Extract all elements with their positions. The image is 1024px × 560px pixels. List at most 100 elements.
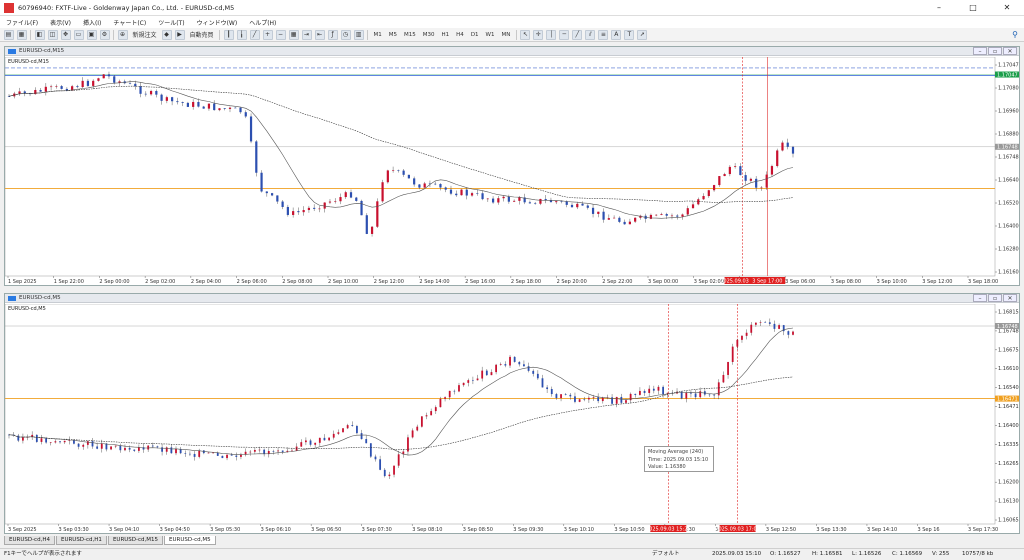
menu-view[interactable]: 表示(V) [44, 18, 77, 27]
profiles-icon[interactable]: ▦ [16, 29, 27, 40]
tile-windows-icon[interactable]: ▦ [288, 29, 299, 40]
chart-close-button[interactable]: ✕ [1003, 294, 1017, 302]
indicators-icon[interactable]: ƒ [327, 29, 338, 40]
zoom-in-icon[interactable]: + [262, 29, 273, 40]
maximize-button[interactable]: □ [956, 0, 990, 16]
tab-eurusd-h1[interactable]: EURUSD-cd,H1 [55, 536, 107, 545]
candle-body [576, 203, 579, 208]
candle-body [583, 399, 586, 400]
candle-body [458, 385, 460, 392]
periods-icon[interactable]: ◷ [340, 29, 351, 40]
tab-eurusd-m5[interactable]: EURUSD-cd,M5 [164, 536, 216, 545]
candle-body [184, 453, 187, 454]
terminal-icon[interactable]: ▭ [73, 29, 84, 40]
timeframe-m30[interactable]: M30 [421, 30, 437, 40]
chart-restore-button[interactable]: ▫ [988, 294, 1002, 302]
chart-minimize-button[interactable]: – [973, 47, 987, 55]
candle-body [7, 96, 11, 97]
candle-body [142, 447, 145, 450]
chart-window-title-text: EURUSD-cd,M5 [19, 295, 61, 301]
timeframe-m5[interactable]: M5 [387, 30, 399, 40]
equidistant-channel-icon[interactable]: ⫽ [585, 29, 596, 40]
candlestick-icon[interactable]: ╽ [236, 29, 247, 40]
candle-body [213, 103, 216, 111]
trendline-icon[interactable]: ╱ [572, 29, 583, 40]
candle-body [490, 372, 493, 376]
menu-window[interactable]: ウィンドウ(W) [191, 18, 244, 27]
status-traffic: 10757/8 kb [962, 551, 994, 557]
candle-body [144, 93, 147, 95]
candle-body [444, 187, 447, 190]
timeframe-m1[interactable]: M1 [372, 30, 384, 40]
timeframe-mn[interactable]: MN [499, 30, 512, 40]
tab-eurusd-m15[interactable]: EURUSD-cd,M15 [107, 536, 164, 545]
arrows-icon[interactable]: ➚ [637, 29, 648, 40]
candle-body [212, 452, 215, 454]
market-watch-icon[interactable]: ◧ [34, 29, 45, 40]
candle-body [388, 474, 391, 477]
cursor-icon[interactable]: ↖ [520, 29, 531, 40]
price-chart-m5[interactable]: 1.16815 1.16748 1.16675 1.16610 1.16540 1.164… [5, 304, 1019, 534]
candle-body [114, 445, 117, 447]
candle-body [383, 469, 386, 477]
chart-minimize-button[interactable]: – [973, 294, 987, 302]
meta-editor-icon[interactable]: ◆ [161, 29, 172, 40]
navigator-icon[interactable]: ✥ [60, 29, 71, 40]
candle-body [244, 112, 247, 117]
timeframe-h4[interactable]: H4 [454, 30, 466, 40]
chart-restore-button[interactable]: ▫ [988, 47, 1002, 55]
menu-insert[interactable]: 挿入(I) [77, 18, 107, 27]
chart-shift-icon[interactable]: ⇤ [314, 29, 325, 40]
timeframe-m15[interactable]: M15 [402, 30, 418, 40]
chart-window-controls: – ▫ ✕ [972, 294, 1017, 302]
tab-eurusd-h4[interactable]: EURUSD-cd,H4 [4, 536, 55, 545]
candle-body [465, 189, 468, 196]
text-label-icon[interactable]: T [624, 29, 635, 40]
menu-chart[interactable]: チャート(C) [107, 18, 152, 27]
price-chart-m15[interactable]: 1.17047 1.17080 1.16960 1.16880 1.16748 1.166… [5, 57, 1019, 286]
timeframe-w1[interactable]: W1 [484, 30, 497, 40]
candle-body [481, 193, 484, 200]
menu-help[interactable]: ヘルプ(H) [243, 18, 282, 27]
timeframe-h1[interactable]: H1 [440, 30, 452, 40]
minimize-button[interactable]: – [922, 0, 956, 16]
crosshair-icon[interactable]: ✛ [533, 29, 544, 40]
close-button[interactable]: ✕ [990, 0, 1024, 16]
zoom-out-icon[interactable]: − [275, 29, 286, 40]
time-axis-label: 2 Sep 16:00 [465, 279, 495, 285]
candle-body [337, 432, 340, 434]
settings-icon[interactable]: ⚙ [99, 29, 110, 40]
menu-file[interactable]: ファイル(F) [0, 18, 44, 27]
search-icon[interactable]: ⚲ [1012, 30, 1018, 39]
fibonacci-icon[interactable]: ≡ [598, 29, 609, 40]
auto-trade-button[interactable]: 自動売買 [188, 30, 216, 40]
data-window-icon[interactable]: ◫ [47, 29, 58, 40]
chart-close-button[interactable]: ✕ [1003, 47, 1017, 55]
candle-body [221, 455, 224, 459]
candle-body [91, 441, 94, 447]
line-chart-icon[interactable]: ╱ [249, 29, 260, 40]
new-order-icon[interactable]: ⊕ [117, 29, 128, 40]
time-axis-label: 3 Sep 17:30 [968, 527, 998, 533]
vertical-line-icon[interactable]: │ [546, 29, 557, 40]
templates-icon[interactable]: ▥ [353, 29, 364, 40]
horizontal-line-icon[interactable]: ─ [559, 29, 570, 40]
candle-body [509, 356, 511, 366]
candle-body [309, 440, 312, 445]
timeframe-d1[interactable]: D1 [469, 30, 481, 40]
window-title: 60796940: FXTF-Live - Goldenway Japan Co… [18, 3, 235, 12]
time-axis-label: 3 Sep 10:00 [877, 279, 907, 285]
new-order-button[interactable]: 新規注文 [131, 30, 159, 40]
title-bar: 60796940: FXTF-Live - Goldenway Japan Co… [0, 0, 1024, 16]
candle-body [97, 78, 100, 81]
auto-trade-icon[interactable]: ▶ [174, 29, 185, 40]
new-chart-icon[interactable]: ▤ [3, 29, 14, 40]
text-icon[interactable]: A [611, 29, 622, 40]
time-axis-label: 3 Sep 16 [917, 527, 939, 533]
bar-chart-icon[interactable]: ┃ [223, 29, 234, 40]
candle-body [495, 364, 498, 373]
tester-icon[interactable]: ▣ [86, 29, 97, 40]
candle-body [40, 438, 43, 442]
menu-tools[interactable]: ツール(T) [152, 18, 190, 27]
auto-scroll-icon[interactable]: ⇥ [301, 29, 312, 40]
